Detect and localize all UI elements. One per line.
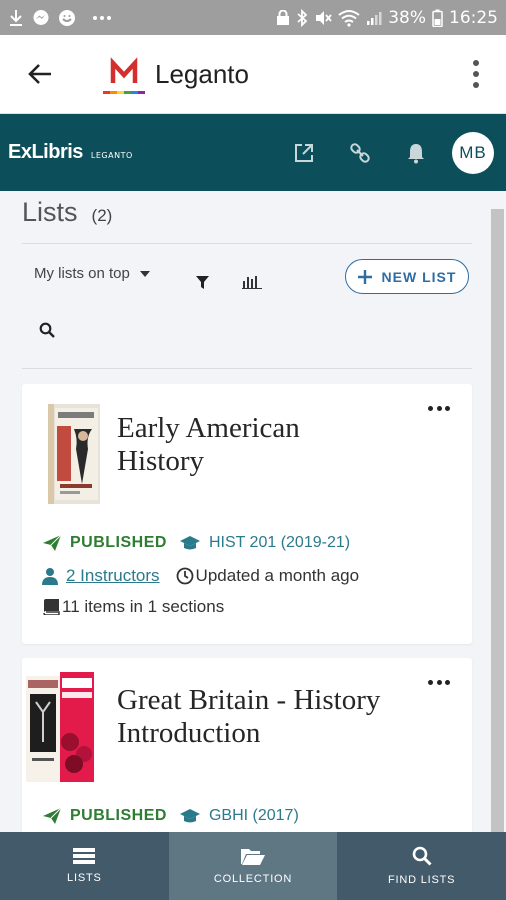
- external-link-icon: [295, 143, 313, 162]
- status-row: PUBLISHED GBHI (2017): [42, 807, 299, 825]
- lists-content: Lists (2) My lists on top NEW LIST Early…: [0, 191, 506, 832]
- plus-icon: [357, 269, 372, 284]
- items-row: 11 items in 1 sections: [42, 597, 224, 617]
- exlibris-header: ExLibris LEGANTO MB: [0, 114, 506, 191]
- battery-percent: 38%: [388, 7, 426, 28]
- book-thumbnail: [48, 404, 100, 509]
- exlibris-brand: ExLibris LEGANTO: [8, 141, 133, 164]
- paper-plane-icon: [43, 534, 62, 551]
- divider: [22, 368, 472, 369]
- paper-plane-icon: [43, 807, 62, 824]
- course-link[interactable]: HIST 201 (2019-21): [209, 534, 350, 552]
- filter-button[interactable]: [190, 271, 214, 293]
- search-icon: [412, 846, 432, 866]
- link-button[interactable]: [332, 128, 388, 178]
- brand-subtitle: LEGANTO: [90, 151, 133, 160]
- list-title-line: History: [117, 445, 204, 477]
- course-link[interactable]: GBHI (2017): [209, 807, 299, 825]
- wifi-icon: [338, 9, 360, 27]
- tab-collection[interactable]: COLLECTION: [168, 832, 338, 900]
- leganto-logo: [101, 51, 147, 97]
- tab-find-lists[interactable]: FIND LISTS: [337, 832, 506, 900]
- instructors-link[interactable]: 2 Instructors: [66, 566, 160, 586]
- lists-header: Lists (2): [22, 197, 112, 228]
- filter-icon: [195, 275, 209, 289]
- face-icon: [58, 9, 76, 27]
- page-title: Lists: [22, 197, 78, 227]
- more-vertical-icon: [473, 60, 479, 88]
- list-title-line: Great Britain - History: [117, 684, 381, 716]
- link-icon: [350, 142, 370, 163]
- list-icon: [73, 848, 96, 864]
- list-card[interactable]: Early American History PUBLISHED HIST 20…: [22, 384, 472, 644]
- mute-icon: [314, 9, 332, 27]
- battery-icon: [432, 9, 443, 27]
- new-list-button[interactable]: NEW LIST: [345, 259, 469, 294]
- user-icon: [42, 568, 58, 585]
- app-title: Leganto: [155, 58, 249, 89]
- bell-icon: [408, 143, 424, 163]
- folder-open-icon: [241, 849, 265, 865]
- search-icon: [39, 322, 55, 338]
- brand-name: ExLibris: [8, 141, 83, 163]
- bluetooth-icon: [296, 8, 308, 27]
- clock-icon: [176, 567, 193, 585]
- tab-label: LISTS: [67, 872, 102, 884]
- status-badge: PUBLISHED: [70, 807, 167, 824]
- tab-lists[interactable]: LISTS: [0, 832, 169, 900]
- list-card[interactable]: Great Britain - History Introduction PUB…: [22, 658, 472, 832]
- search-button[interactable]: [36, 319, 58, 341]
- lock-icon: [276, 9, 290, 26]
- list-title-line: Early American: [117, 412, 300, 444]
- download-icon: [8, 9, 24, 27]
- back-button[interactable]: [0, 35, 80, 114]
- list-title[interactable]: Early American History: [117, 412, 300, 478]
- status-time: 16:25: [449, 7, 498, 28]
- more-dots-icon: [92, 15, 112, 21]
- user-avatar[interactable]: MB: [452, 131, 494, 174]
- items-count: 11 items in 1 sections: [62, 597, 225, 616]
- tab-label: FIND LISTS: [388, 874, 456, 886]
- book-thumbnail: [26, 672, 94, 789]
- status-bar: 38% 16:25: [0, 0, 506, 35]
- scrollbar[interactable]: [491, 209, 504, 832]
- app-toolbar: Leganto: [0, 35, 506, 114]
- list-title-line: Introduction: [117, 717, 261, 749]
- lists-count: (2): [91, 206, 113, 225]
- sort-dropdown[interactable]: My lists on top: [34, 265, 150, 282]
- arrow-left-icon: [28, 64, 51, 84]
- graduation-cap-icon: [179, 536, 200, 550]
- bottom-nav: LISTS COLLECTION FIND LISTS: [0, 832, 506, 900]
- list-title[interactable]: Great Britain - History Introduction: [117, 684, 380, 750]
- divider: [22, 243, 472, 244]
- status-badge: PUBLISHED: [70, 534, 167, 551]
- graduation-cap-icon: [179, 809, 200, 823]
- messenger-icon: [32, 9, 50, 27]
- tab-label: COLLECTION: [213, 873, 293, 885]
- signal-icon: [366, 10, 382, 26]
- overflow-menu-button[interactable]: [446, 35, 506, 114]
- caret-down-icon: [139, 270, 150, 277]
- book-icon: [43, 599, 60, 615]
- new-list-label: NEW LIST: [381, 268, 457, 285]
- instructors-row: 2 Instructors Updated a month ago: [42, 566, 359, 586]
- sort-label: My lists on top: [34, 265, 130, 282]
- card-menu-button[interactable]: [428, 402, 450, 414]
- updated-time: Updated a month ago: [195, 566, 360, 585]
- status-row: PUBLISHED HIST 201 (2019-21): [42, 534, 350, 552]
- bar-chart-icon: [242, 276, 262, 289]
- notifications-button[interactable]: [388, 128, 444, 178]
- stats-button[interactable]: [240, 271, 264, 293]
- external-link-button[interactable]: [276, 128, 332, 178]
- card-menu-button[interactable]: [428, 676, 450, 688]
